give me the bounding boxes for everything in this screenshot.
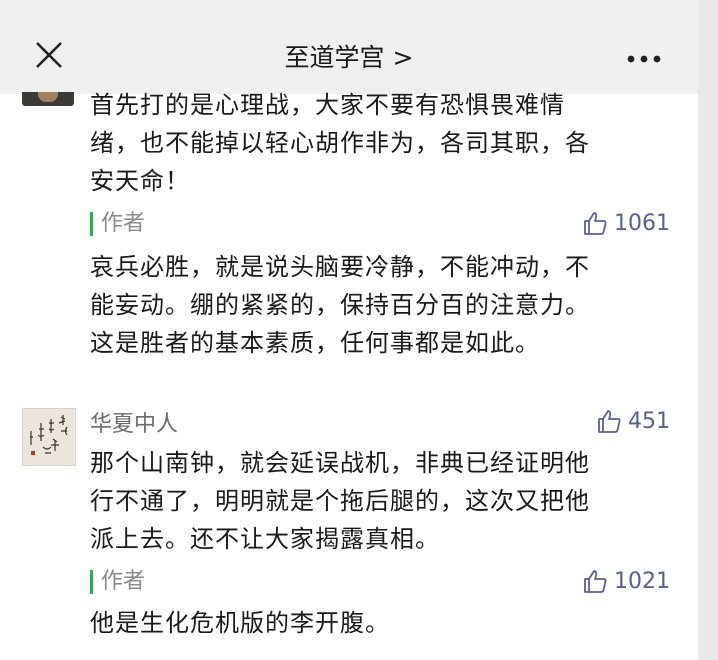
comment-line: 首先打的是心理战，大家不要有恐惧畏难情 <box>90 91 565 119</box>
like-count: 451 <box>628 408 670 434</box>
comment-line: 派上去。还不让大家揭露真相。 <box>90 525 440 553</box>
comment-line: 绪，也不能掉以轻心胡作非为，各司其职，各 <box>90 129 590 157</box>
side-scroll-edge <box>698 0 718 660</box>
avatar[interactable] <box>22 92 74 106</box>
comment-line: 行不通了，明明就是个拖后腿的，这次又把他 <box>90 487 590 515</box>
calligraphy-avatar-icon <box>30 415 68 455</box>
like-button[interactable]: 451 <box>596 408 670 434</box>
more-button[interactable] <box>626 50 662 63</box>
avatar-face <box>38 92 58 102</box>
author-reply-text: 哀兵必胜，就是说头脑要冷静，不能冲动，不 能妄动。绷的紧紧的，保持百分百的注意力… <box>90 248 680 362</box>
like-button[interactable]: 1021 <box>582 568 670 594</box>
reply-line: 这是胜者的基本素质，任何事都是如此。 <box>90 329 540 357</box>
comment-text: 首先打的是心理战，大家不要有恐惧畏难情 绪，也不能掉以轻心胡作非为，各司其职，各… <box>90 86 680 200</box>
comment-line: 那个山南钟，就会延误战机，非典已经证明他 <box>90 449 590 477</box>
like-count: 1021 <box>614 568 670 594</box>
like-button[interactable]: 1061 <box>582 210 670 236</box>
author-reply-label: 作者 <box>90 212 145 236</box>
avatar[interactable] <box>22 408 76 466</box>
reply-line: 哀兵必胜，就是说头脑要冷静，不能冲动，不 <box>90 253 590 281</box>
author-reply-text: 他是生化危机版的李开腹。 <box>90 604 680 642</box>
nav-header: 至道学宫 > <box>0 0 698 94</box>
like-count: 1061 <box>614 210 670 236</box>
comment-text: 那个山南钟，就会延误战机，非典已经证明他 行不通了，明明就是个拖后腿的，这次又把… <box>90 444 680 558</box>
more-icon <box>627 55 661 63</box>
comment-username[interactable]: 华夏中人 <box>90 406 178 438</box>
thumbs-up-icon <box>584 570 607 593</box>
thumbs-up-icon <box>584 212 607 235</box>
reply-line: 他是生化危机版的李开腹。 <box>90 609 390 637</box>
author-reply-label: 作者 <box>90 570 145 594</box>
comment-line: 安天命！ <box>90 167 190 195</box>
page-title[interactable]: 至道学宫 > <box>0 38 698 74</box>
thumbs-up-icon <box>598 410 621 433</box>
reply-line: 能妄动。绷的紧紧的，保持百分百的注意力。 <box>90 291 590 319</box>
